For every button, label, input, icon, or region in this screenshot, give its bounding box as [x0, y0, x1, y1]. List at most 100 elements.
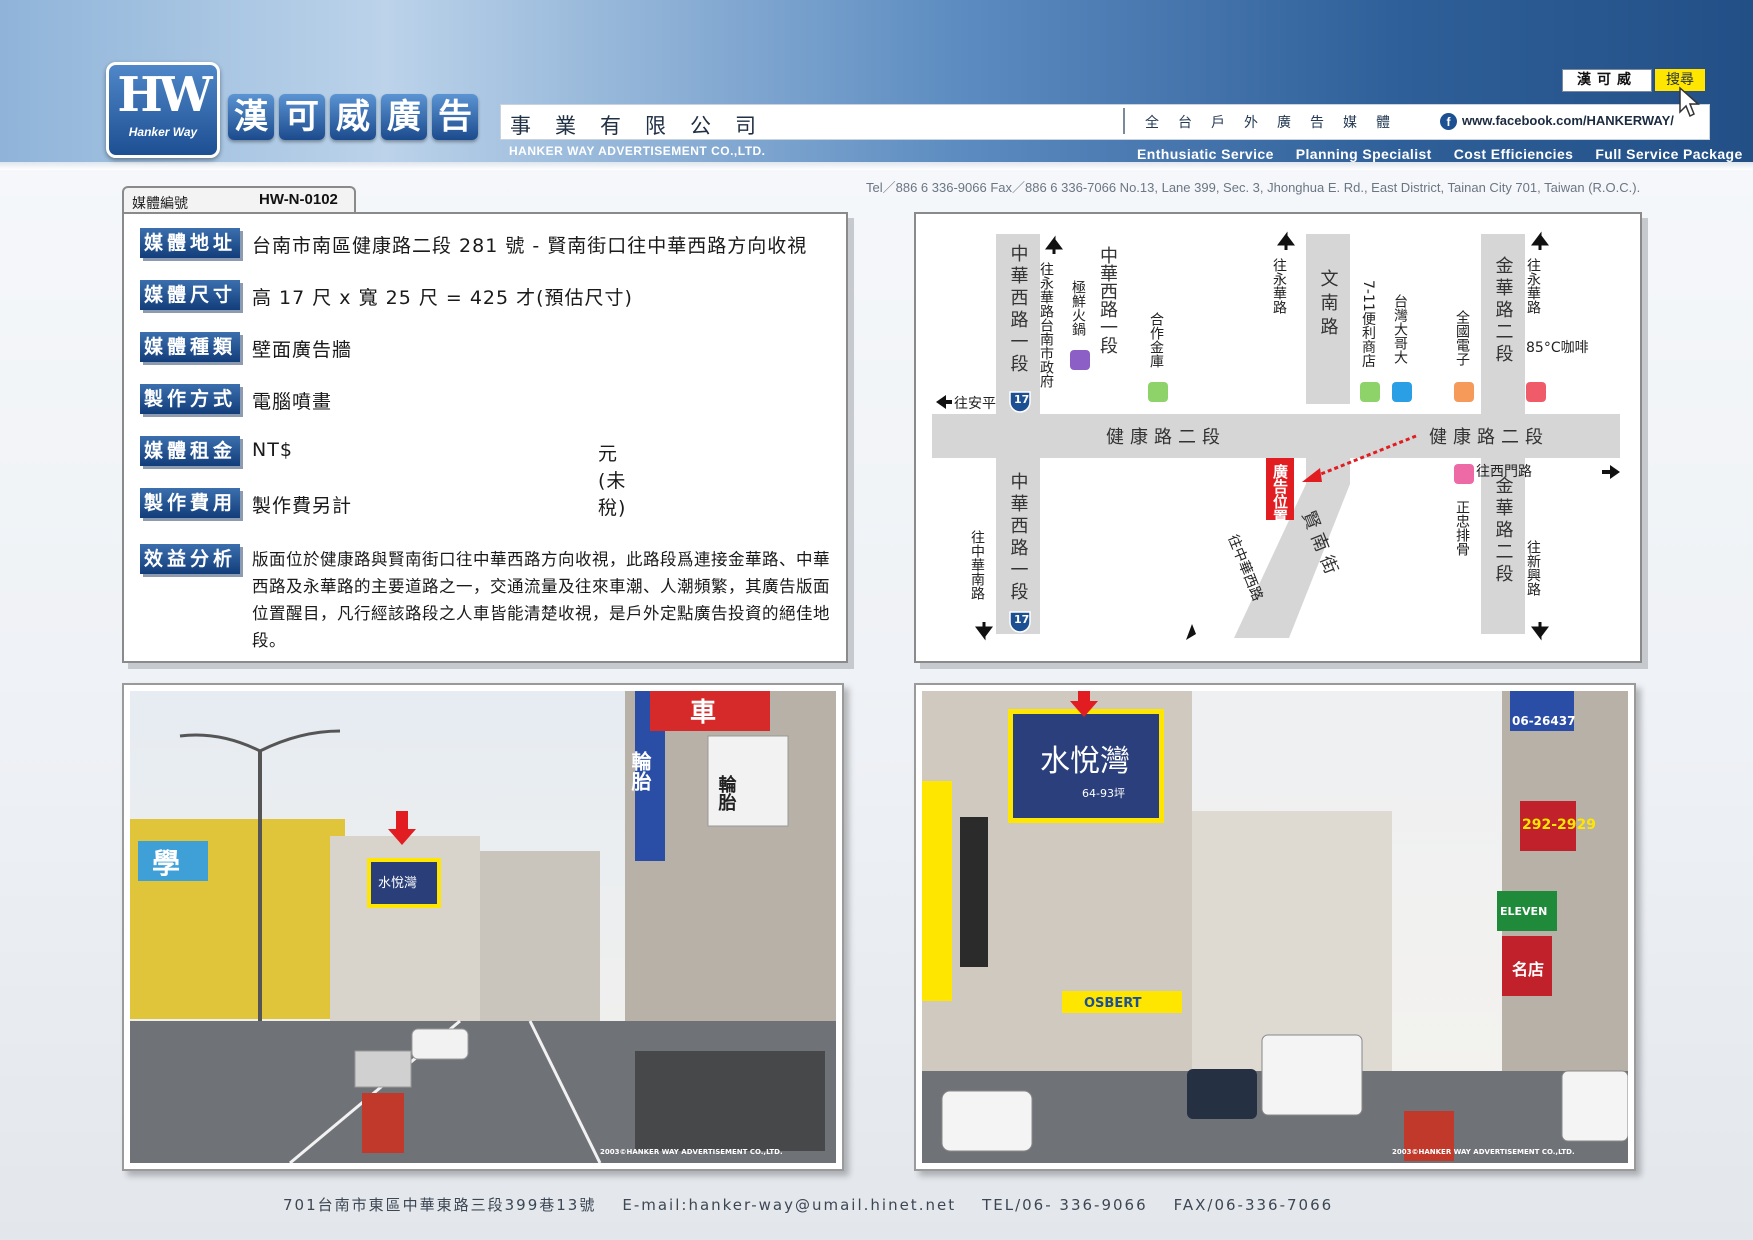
info-value: 電腦噴畫: [252, 391, 333, 413]
info-label: 媒體尺寸: [140, 280, 240, 310]
store-sign-text: 名店: [1512, 960, 1544, 979]
white-car: [941, 1090, 1033, 1152]
landmark-label: 正忠排骨: [1454, 500, 1470, 556]
building-mid: [1192, 811, 1392, 1071]
ad-position-label: 廣告位置: [1271, 463, 1289, 524]
header-band: [0, 0, 1753, 170]
direction-label: 往新興路: [1525, 540, 1541, 596]
white-van: [1261, 1034, 1363, 1116]
tagline: Cost Efficiencies: [1453, 146, 1574, 162]
info-label: 媒體租金: [140, 436, 240, 466]
brand-char: 告: [432, 94, 478, 140]
landmark-label: 7-11便利商店: [1360, 280, 1376, 368]
white-van-right: [1561, 1070, 1628, 1142]
scooter: [354, 1050, 412, 1088]
landmark-label: 台灣大哥大: [1392, 294, 1408, 364]
building-far: [480, 851, 600, 1021]
logo-subtitle: Hanker Way: [128, 125, 198, 139]
site-photo-right: 水悅灣 64-93坪 OSBERT 06-26437 292-2929 ELEV…: [914, 683, 1636, 1171]
landmark-label: 極鮮火鍋: [1070, 280, 1086, 336]
tire-sign-text: 輪胎: [628, 750, 652, 792]
info-value: 版面位於健康路與賢南街口往中華西路方向收視，此路段爲連接金華路、中華西路及永華路…: [252, 550, 830, 650]
direction-label: 往中華南路: [969, 530, 985, 600]
landmark-marker-icon: [1392, 382, 1412, 402]
black-sign: [960, 817, 988, 967]
footer-address: 701台南市東區中華東路三段399巷13號: [283, 1196, 597, 1214]
company-name-zh: 事業有限公司: [510, 114, 780, 138]
arrow-right-icon: [1610, 465, 1620, 479]
landmark-label: 85°C咖啡: [1526, 340, 1589, 356]
direction-label: 往永華路台南市政府: [1038, 262, 1054, 389]
landmark-marker-icon: [1148, 382, 1168, 402]
brand-char: 漢: [228, 94, 274, 140]
search-field[interactable]: 漢可威: [1562, 69, 1652, 92]
school-sign-text: 學: [152, 847, 180, 880]
landmark-marker-icon: [1454, 382, 1474, 402]
brand-char: 威: [330, 94, 376, 140]
landmark-label: 合作金庫: [1148, 312, 1164, 368]
arrow-down-icon: [975, 622, 993, 641]
svg-text:17: 17: [1014, 613, 1029, 626]
landmark-marker-icon: [1360, 382, 1380, 402]
direction-label: 往安平: [954, 396, 996, 412]
location-map: 中華西路一段 中華西路一段 中華西路一段 文南路 金華路二段 金華路二段 健康路…: [914, 212, 1642, 663]
info-label: 媒體種類: [140, 332, 240, 362]
arrow-down-icon: [1531, 622, 1549, 641]
media-number-tab: 媒體編號 HW-N-0102: [122, 186, 356, 214]
road-label-jinhua-top: 金華路二段: [1493, 256, 1514, 366]
slogan: 全台戶外廣告媒體: [1145, 115, 1409, 131]
direction-label: 往永華路: [1525, 258, 1541, 314]
direction-label: 往西門路: [1476, 464, 1532, 480]
info-value: 壁面廣告牆: [252, 339, 353, 361]
info-label: 效益分析: [140, 544, 240, 574]
hw-logo: HW Hanker Way: [106, 62, 220, 158]
media-number-code: HW-N-0102: [259, 191, 338, 208]
number-sign-text: 292-2929: [1522, 817, 1596, 833]
photo-credit: 2003©HANKER WAY ADVERTISEMENT CO.,LTD.: [600, 1148, 783, 1156]
car: [411, 1028, 469, 1060]
road-label-jiankang-left: 健康路二段: [1106, 427, 1226, 448]
brand-char: 可: [279, 94, 325, 140]
route-badge-icon: 17: [1009, 611, 1031, 633]
site-photo-left: 學 輪胎 車 輪胎 水悅灣 2003©HANKER WAY ADVERTISEM…: [122, 683, 844, 1171]
media-number-label: 媒體編號: [132, 196, 188, 212]
landmark-marker-icon: [1070, 350, 1090, 370]
osbert-sign-text: OSBERT: [1084, 996, 1142, 1011]
facebook-icon[interactable]: f: [1440, 113, 1457, 130]
scooter-rider: [362, 1093, 404, 1153]
info-label: 媒體地址: [140, 228, 240, 258]
dark-car: [1187, 1069, 1257, 1119]
header-divider: [1123, 108, 1125, 134]
parked-scooters: [635, 1051, 825, 1151]
svg-text:17: 17: [1014, 393, 1029, 406]
red-sign-text: 車: [690, 698, 716, 728]
brand-char: 廣: [381, 94, 427, 140]
info-value: 高 17 尺 x 寬 25 尺 = 425 才(預估尺寸): [252, 287, 633, 309]
cursor-icon: [1679, 86, 1700, 118]
logo-mark: HW: [117, 67, 212, 123]
tagline: Enthusiatic Service: [1137, 146, 1274, 162]
tire-sign-white-text: 輪胎: [716, 774, 737, 812]
facebook-link[interactable]: www.facebook.com/HANKERWAY/: [1462, 113, 1674, 128]
footer-fax: FAX/06-336-7066: [1173, 1196, 1334, 1214]
footer-email[interactable]: E-mail:hanker-way@umail.hinet.net: [622, 1196, 956, 1214]
eleven-sign-text: ELEVEN: [1500, 905, 1547, 918]
contact-line: Tel／886 6 336-9066 Fax／886 6 336-7066 No…: [866, 180, 1641, 195]
tagline: Planning Specialist: [1295, 146, 1432, 162]
company-name-en: HANKER WAY ADVERTISEMENT CO.,LTD.: [509, 144, 766, 158]
billboard-text: 水悅灣: [378, 876, 417, 891]
road-label-zhonghua-bottom: 中華西路一段: [1008, 472, 1029, 604]
arrow-up-icon: [1277, 231, 1295, 250]
info-label: 製作費用: [140, 488, 240, 518]
info-value: 製作費另計: [252, 495, 353, 517]
info-panel: 媒體地址 台南市南區健康路二段 281 號 - 賢南街口往中華西路方向收視 媒體…: [122, 212, 848, 663]
billboard-text: 水悅灣: [1040, 744, 1130, 779]
building-right: [1502, 691, 1628, 1071]
info-value: 台南市南區健康路二段 281 號 - 賢南街口往中華西路方向收視: [252, 235, 808, 257]
billboard-price: 64-93坪: [1082, 787, 1125, 800]
footer: 701台南市東區中華東路三段399巷13號 E-mail:hanker-way@u…: [283, 1194, 1359, 1215]
landmark-marker-icon: [1454, 464, 1474, 484]
landmark-marker-icon: [1526, 382, 1546, 402]
rent-unit: 元 (未稅): [598, 443, 627, 519]
landmark-label: 全國電子: [1454, 309, 1470, 366]
